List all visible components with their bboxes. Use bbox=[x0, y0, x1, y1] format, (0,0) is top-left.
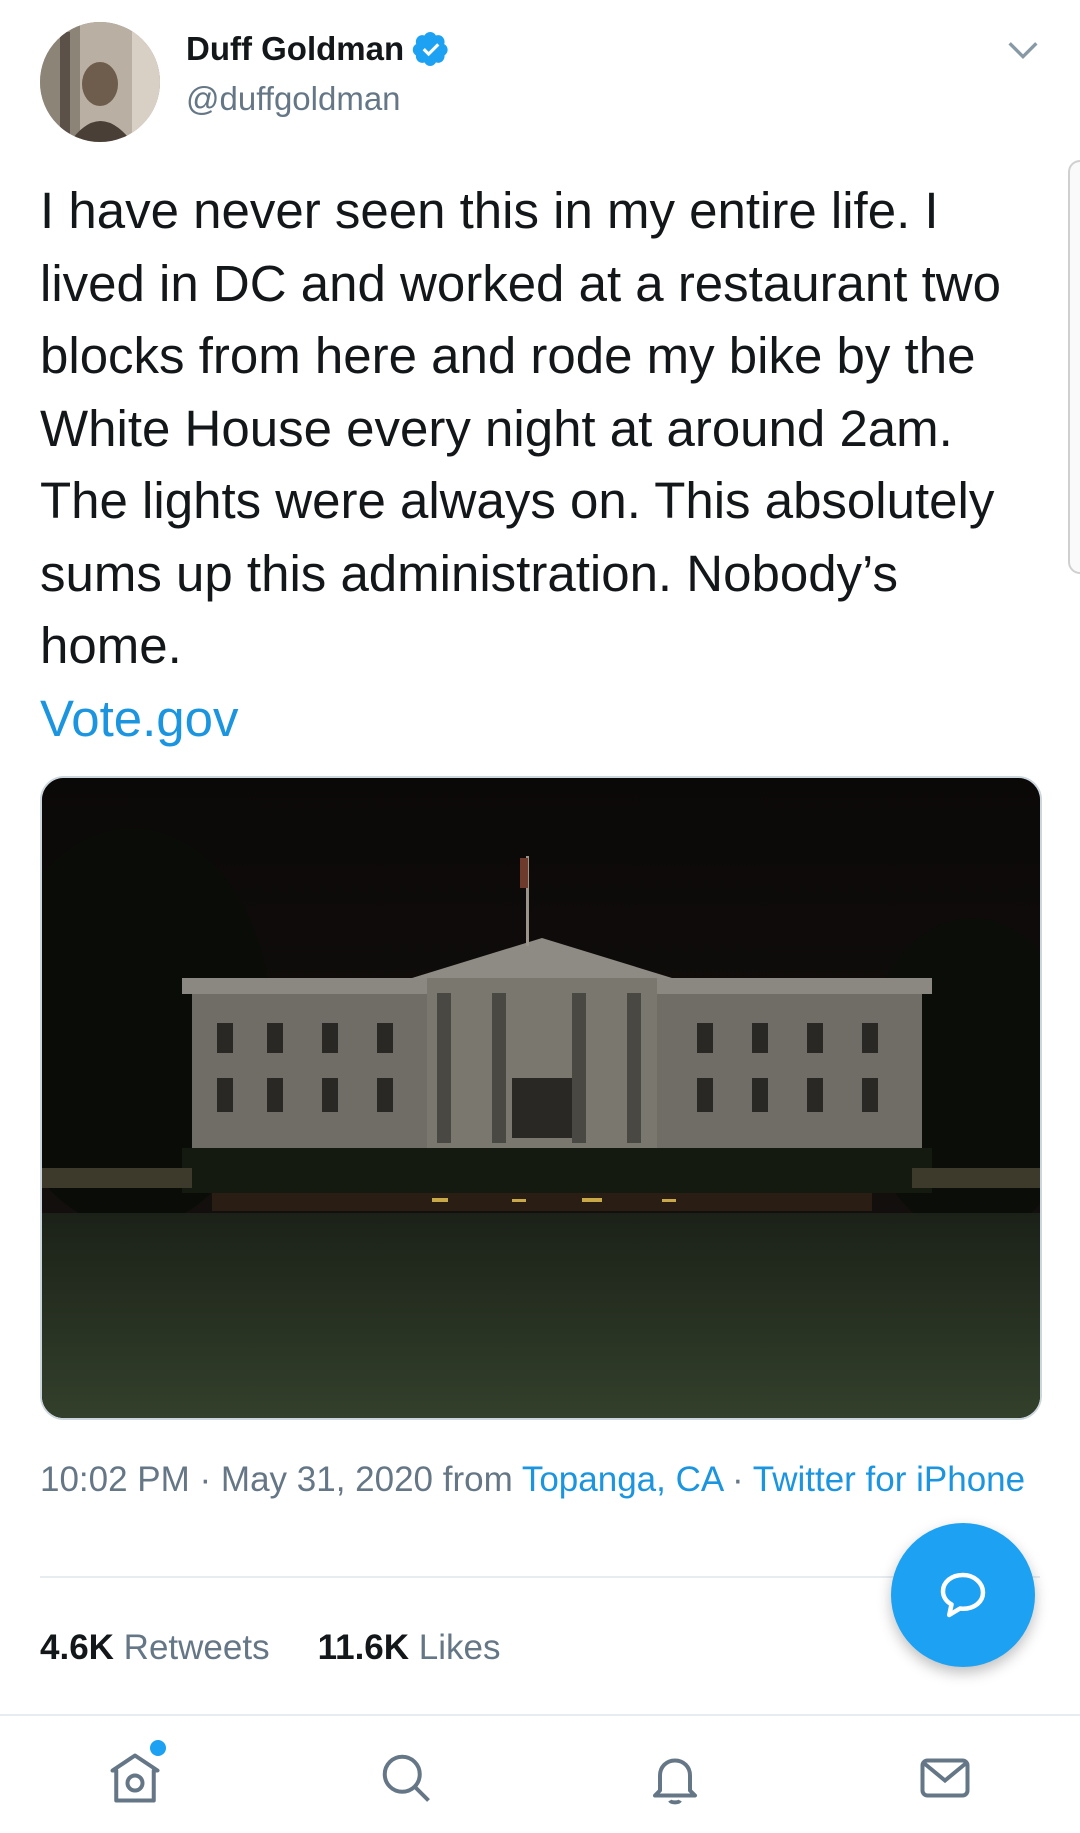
retweets-stat[interactable]: 4.6K Retweets bbox=[40, 1628, 270, 1668]
tweet-stats: 4.6K Retweets 11.6K Likes bbox=[40, 1628, 549, 1668]
author-handle[interactable]: @duffgoldman bbox=[186, 80, 401, 118]
home-icon bbox=[110, 1753, 160, 1803]
tab-bar-divider bbox=[0, 1714, 1080, 1716]
tweet-text: I have never seen this in my entire life… bbox=[40, 175, 1040, 755]
notifications-icon bbox=[653, 1758, 697, 1805]
tab-search[interactable] bbox=[376, 1748, 436, 1808]
meta-separator: · bbox=[722, 1460, 753, 1499]
messages-icon bbox=[920, 1758, 970, 1798]
likes-stat[interactable]: 11.6K Likes bbox=[318, 1628, 501, 1668]
tab-home[interactable] bbox=[105, 1748, 165, 1808]
compose-reply-button[interactable] bbox=[891, 1523, 1035, 1667]
likes-label: Likes bbox=[418, 1628, 501, 1667]
compose-reply-icon bbox=[940, 1572, 986, 1618]
author-avatar[interactable] bbox=[40, 22, 160, 142]
author-name-row[interactable]: Duff Goldman bbox=[186, 30, 450, 68]
tweet-timestamp[interactable]: 10:02 PM · May 31, 2020 from bbox=[40, 1460, 522, 1499]
likes-count: 11.6K bbox=[317, 1628, 410, 1667]
verified-badge-icon bbox=[412, 30, 450, 68]
retweets-count: 4.6K bbox=[40, 1628, 114, 1667]
search-icon bbox=[382, 1754, 430, 1802]
tweet-source[interactable]: Twitter for iPhone bbox=[753, 1460, 1025, 1499]
tweet-photo[interactable] bbox=[40, 776, 1042, 1420]
scrollbar[interactable] bbox=[1068, 160, 1080, 574]
author-name[interactable]: Duff Goldman bbox=[186, 30, 404, 68]
tab-messages[interactable] bbox=[915, 1748, 975, 1808]
tweet-link[interactable]: Vote.gov bbox=[40, 683, 1040, 756]
home-notification-dot bbox=[150, 1740, 166, 1756]
retweets-label: Retweets bbox=[123, 1628, 270, 1667]
divider bbox=[40, 1576, 1040, 1578]
tab-notifications[interactable] bbox=[645, 1748, 705, 1808]
chevron-down-icon[interactable] bbox=[1003, 30, 1043, 70]
tweet-meta: 10:02 PM · May 31, 2020 from Topanga, CA… bbox=[40, 1455, 1040, 1504]
tweet-location[interactable]: Topanga, CA bbox=[522, 1460, 722, 1499]
tweet-body: I have never seen this in my entire life… bbox=[40, 182, 1001, 674]
